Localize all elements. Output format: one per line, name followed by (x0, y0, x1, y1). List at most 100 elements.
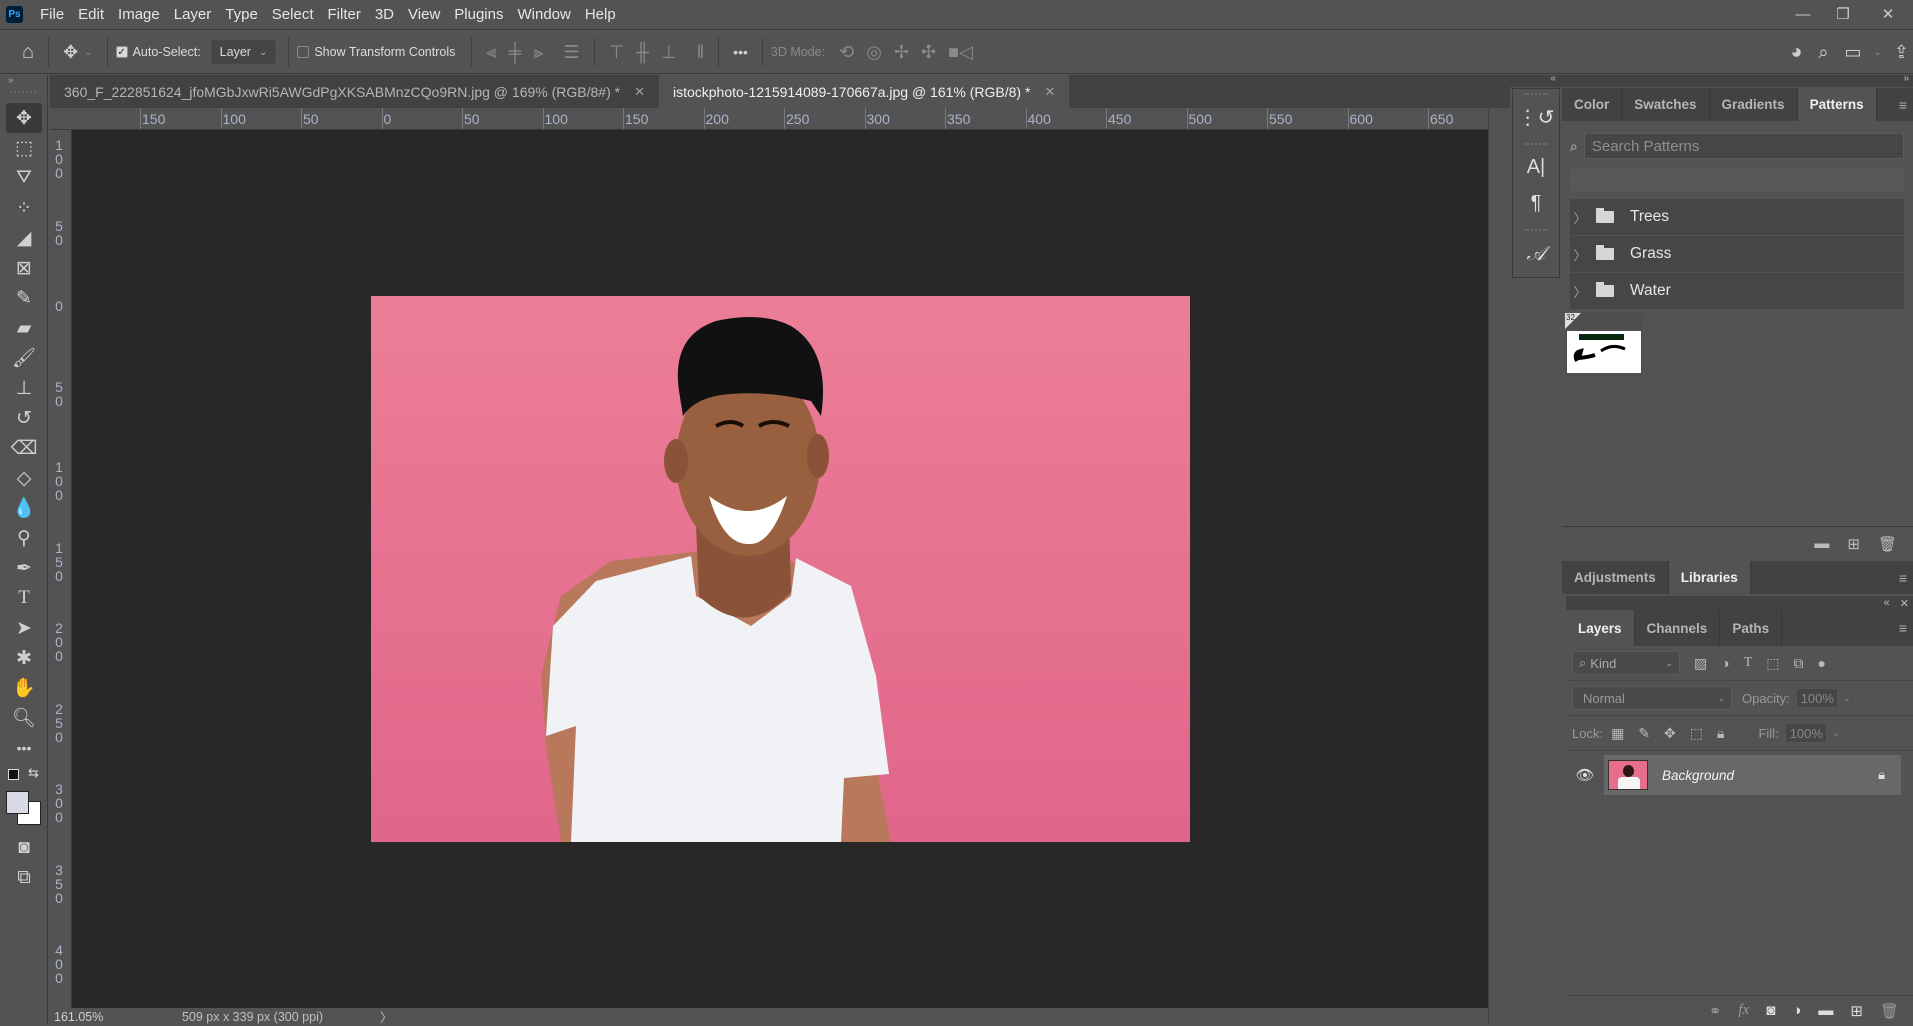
auto-select-target-dropdown[interactable]: Layer ⌄ (210, 40, 277, 64)
expand-panels-icon[interactable]: » (1903, 73, 1909, 84)
tab-color[interactable]: Color (1562, 88, 1623, 121)
vertical-ruler[interactable]: 100 50 0 50 100 150 200 250 300 350 400 (50, 130, 72, 1008)
visibility-eye-icon[interactable]: 👁︎ (1566, 766, 1604, 784)
menu-image[interactable]: Image (111, 6, 167, 23)
foreground-color-swatch[interactable] (6, 791, 29, 814)
workspace-icon[interactable]: ▭ (1845, 42, 1862, 63)
glyphs-panel-icon[interactable]: 𝒜 (1513, 235, 1559, 271)
smart-object-filter-icon[interactable]: ⧉ (1794, 655, 1804, 672)
new-group-folder-icon[interactable]: ▬ (1814, 535, 1829, 552)
align-left-icon[interactable]: ⫷ (486, 42, 496, 63)
opacity-dropdown[interactable]: ⌄ (1837, 688, 1856, 708)
distribute-horizontal-icon[interactable]: ‖ (697, 42, 704, 63)
menu-file[interactable]: File (33, 6, 71, 23)
close-tab-icon[interactable]: ✕ (634, 84, 645, 100)
search-icon[interactable]: ⌕ (1818, 42, 1828, 63)
menu-window[interactable]: Window (510, 6, 577, 23)
default-colors-icon[interactable] (8, 769, 19, 780)
align-top-icon[interactable]: ⊤ (609, 42, 625, 63)
document-tab-2[interactable]: istockphoto-1215914089-170667a.jpg @ 161… (658, 75, 1070, 108)
zoom-level[interactable]: 161.05% (50, 1010, 145, 1024)
tab-libraries[interactable]: Libraries (1668, 561, 1751, 594)
layer-row[interactable]: 👁︎ Background 🔒︎ (1566, 755, 1913, 795)
vertical-scrollbar[interactable] (1488, 108, 1510, 1025)
tab-paths[interactable]: Paths (1720, 610, 1783, 646)
screen-mode-button[interactable]: ⧉ (6, 863, 42, 893)
share-icon[interactable]: ⇪ (1894, 42, 1909, 63)
3d-pan-icon[interactable]: ✢ (894, 42, 909, 63)
type-layer-filter-icon[interactable]: T (1744, 655, 1753, 671)
quick-mask-button[interactable]: ◙ (6, 833, 42, 863)
pattern-search-input[interactable] (1583, 133, 1904, 159)
delete-icon[interactable]: 🗑︎ (1878, 535, 1897, 553)
crop-tool[interactable]: ◢ (6, 223, 42, 253)
delete-layer-icon[interactable]: 🗑︎ (1880, 1002, 1899, 1020)
new-adjustment-layer-icon[interactable]: ◑ (1792, 1002, 1801, 1019)
align-vertical-center-icon[interactable]: ╫ (636, 42, 649, 63)
tab-adjustments[interactable]: Adjustments (1562, 561, 1669, 594)
document-tab-1[interactable]: 360_F_222851624_jfoMGbJxwRi5AWGdPgXKSABM… (50, 75, 659, 108)
paint-bucket-tool[interactable]: ◇ (6, 463, 42, 493)
menu-plugins[interactable]: Plugins (447, 6, 510, 23)
clone-stamp-tool[interactable]: ⊥ (6, 373, 42, 403)
menu-layer[interactable]: Layer (167, 6, 219, 23)
panel-menu-icon[interactable]: ≡ (1893, 561, 1913, 594)
eyedropper-tool[interactable]: ✎ (6, 283, 42, 313)
tab-patterns[interactable]: Patterns (1797, 88, 1877, 121)
collapse-icon[interactable]: « (1884, 597, 1890, 609)
new-pattern-icon[interactable]: ⊞ (1847, 535, 1860, 553)
zoom-tool[interactable]: 🔍︎ (6, 703, 42, 733)
move-tool-icon[interactable]: ✥ (63, 42, 78, 63)
shape-layer-filter-icon[interactable]: ⬚ (1766, 655, 1779, 672)
character-panel-icon[interactable]: A| (1513, 149, 1559, 185)
path-selection-tool[interactable]: ➤ (6, 613, 42, 643)
custom-shape-tool[interactable]: ✱ (6, 643, 42, 673)
share-user-icon[interactable]: ◕ (1790, 41, 1802, 64)
layer-lock-icon[interactable]: 🔒︎ (1878, 767, 1885, 783)
close-button[interactable]: ✕ (1863, 0, 1913, 28)
link-layers-icon[interactable]: ⚭ (1709, 1002, 1722, 1020)
horizontal-ruler[interactable]: 150 100 50 0 50 100 150 200 250 300 350 400 450 500 55… (50, 108, 1488, 130)
menu-type[interactable]: Type (218, 6, 265, 23)
quick-selection-tool[interactable]: ⁘ (6, 193, 42, 223)
menu-filter[interactable]: Filter (321, 6, 368, 23)
type-tool[interactable]: T (6, 583, 42, 613)
menu-3d[interactable]: 3D (368, 6, 401, 23)
frame-tool[interactable]: ⊠ (6, 253, 42, 283)
lock-image-pixels-icon[interactable]: ✎ (1638, 725, 1650, 742)
expand-toolbar-icon[interactable]: » (0, 75, 47, 87)
pattern-folder-grass[interactable]: 〉 Grass (1570, 236, 1904, 272)
dodge-tool[interactable]: ⚲ (6, 523, 42, 553)
lock-transparent-icon[interactable]: ▦ (1611, 725, 1624, 742)
brush-tool[interactable]: 🖌 (6, 343, 42, 373)
lock-all-icon[interactable]: 🔒︎ (1717, 725, 1724, 742)
panel-menu-icon[interactable]: ≡ (1893, 88, 1913, 121)
lock-artboard-icon[interactable]: ⬚ (1690, 725, 1703, 742)
align-right-icon[interactable]: ⫸ (533, 42, 543, 63)
blend-mode-dropdown[interactable]: Normal ⌄ (1572, 686, 1732, 710)
show-transform-controls-checkbox[interactable] (297, 46, 310, 58)
tab-swatches[interactable]: Swatches (1622, 88, 1710, 121)
3d-camera-icon[interactable]: ■◁ (948, 42, 973, 63)
align-bottom-icon[interactable]: ⊥ (661, 42, 677, 63)
chevron-right-icon[interactable]: 〉 (1570, 208, 1590, 227)
minimize-button[interactable]: — (1783, 0, 1823, 28)
3d-roll-icon[interactable]: ◎ (866, 42, 882, 63)
add-mask-icon[interactable]: ◙ (1766, 1002, 1775, 1019)
blur-tool[interactable]: 💧 (6, 493, 42, 523)
rectangular-marquee-tool[interactable]: ⬚ (6, 133, 42, 163)
collapse-panels-icon[interactable]: « (1550, 73, 1556, 84)
3d-orbit-icon[interactable]: ⟲ (839, 42, 854, 63)
pattern-folder-trees[interactable]: 〉 Trees (1570, 199, 1904, 235)
fill-dropdown[interactable]: ⌄ (1826, 723, 1845, 743)
pattern-folder-water[interactable]: 〉 Water (1570, 273, 1904, 309)
layer-item[interactable]: Background 🔒︎ (1604, 755, 1901, 795)
document-image[interactable] (371, 296, 1190, 842)
more-options-button[interactable]: ••• (733, 44, 748, 60)
layer-style-fx-icon[interactable]: fx (1738, 1002, 1749, 1019)
healing-brush-tool[interactable]: ▰ (6, 313, 42, 343)
3d-slide-icon[interactable]: ✣ (921, 42, 936, 63)
hand-tool[interactable]: ✋ (6, 673, 42, 703)
align-horizontal-center-icon[interactable]: ╪ (509, 42, 522, 63)
filter-toggle-icon[interactable]: ● (1818, 655, 1826, 671)
